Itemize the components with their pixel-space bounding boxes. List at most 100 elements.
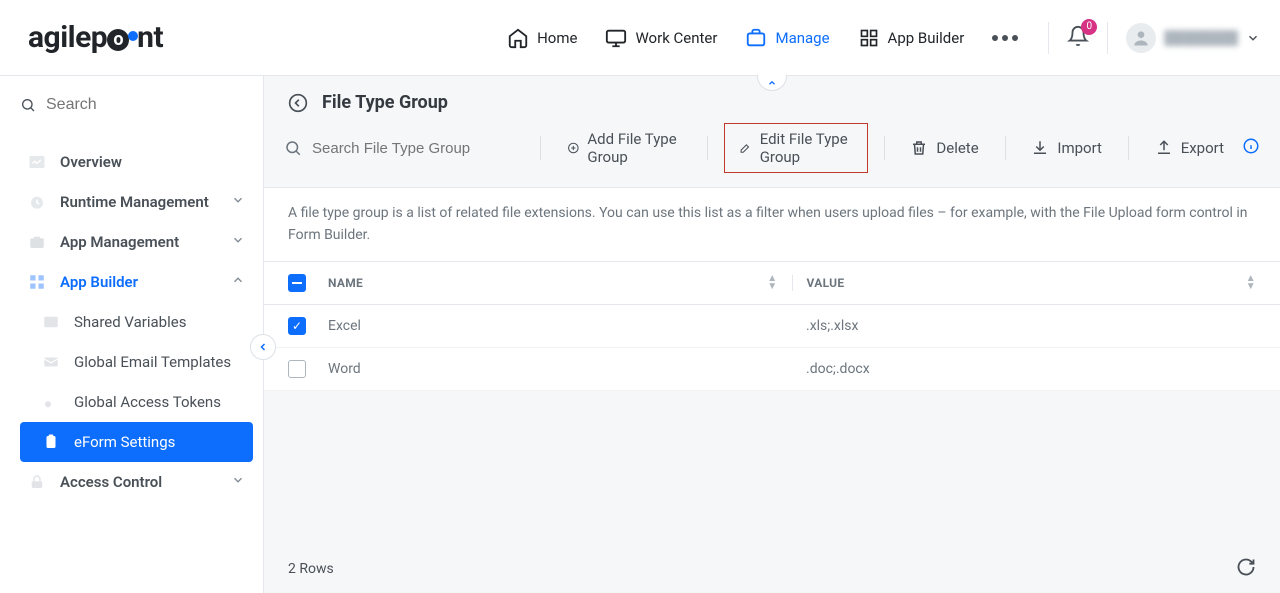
divider [707, 136, 708, 160]
divider [1048, 22, 1049, 54]
sort-icon: ▲▼ [767, 275, 777, 291]
user-name-label: ████████ [1164, 30, 1238, 46]
table-row[interactable]: Word .doc;.docx [264, 348, 1280, 391]
chart-icon [28, 153, 46, 171]
button-label: Add File Type Group [587, 130, 681, 166]
row-count: 2 Rows [288, 561, 334, 577]
search-icon [20, 96, 36, 114]
avatar-icon [1126, 23, 1156, 53]
sidebar-item-shared-variables[interactable]: Shared Variables [20, 302, 253, 342]
button-label: Import [1057, 139, 1102, 157]
sidebar-item-access-control[interactable]: Access Control [20, 462, 253, 502]
nav-label: Work Center [635, 29, 717, 47]
notifications-button[interactable]: 0 [1067, 25, 1089, 51]
cell-value: .doc;.docx [792, 361, 1256, 377]
edit-button[interactable]: Edit File Type Group [724, 123, 868, 173]
content-area: File Type Group Add File Type Group Edit… [264, 76, 1280, 593]
toolbar-search-input[interactable] [312, 140, 511, 157]
nav-manage[interactable]: Manage [745, 27, 829, 49]
sidebar-item-label: Overview [60, 153, 122, 171]
sidebar-item-eform-settings[interactable]: eForm Settings [20, 422, 253, 462]
app-header: agilepont Home Work Center Manage App Bu… [0, 0, 1280, 76]
info-button[interactable] [1242, 137, 1260, 159]
import-button[interactable]: Import [1021, 133, 1112, 163]
page-description: A file type group is a list of related f… [264, 187, 1280, 262]
divider [540, 136, 541, 160]
nav-label: App Builder [888, 29, 965, 47]
chevron-left-icon [257, 341, 269, 353]
sort-icon: ▲▼ [1246, 275, 1256, 291]
sidebar-item-overview[interactable]: Overview [20, 142, 253, 182]
sidebar-search[interactable] [20, 96, 253, 114]
sidebar-item-app-builder[interactable]: App Builder [20, 262, 253, 302]
brand-logo: agilepont [28, 20, 163, 55]
select-all-checkbox[interactable] [288, 274, 328, 292]
briefcase-icon [745, 27, 767, 49]
clock-icon [28, 193, 46, 211]
button-label: Edit File Type Group [760, 130, 853, 166]
info-icon [1242, 137, 1260, 155]
nav-label: Manage [775, 29, 829, 47]
sidebar-item-label: Shared Variables [74, 313, 186, 331]
sidebar-item-global-email-templates[interactable]: Global Email Templates [20, 342, 253, 382]
indeterminate-icon [288, 274, 306, 292]
chevron-down-icon [231, 233, 245, 251]
chevron-down-icon [231, 193, 245, 211]
chevron-down-icon [1246, 31, 1260, 45]
divider [1107, 22, 1108, 54]
refresh-button[interactable] [1236, 557, 1256, 581]
sidebar-item-app-management[interactable]: App Management [20, 222, 253, 262]
back-icon[interactable] [288, 93, 308, 113]
button-label: Export [1181, 139, 1224, 157]
grid-icon [858, 27, 880, 49]
divider [1128, 136, 1129, 160]
header-right: 0 ████████ [1048, 22, 1260, 54]
toolbar: Add File Type Group Edit File Type Group… [264, 123, 1280, 187]
notification-badge: 0 [1081, 19, 1097, 35]
table-row[interactable]: ✓ Excel .xls;.xlsx [264, 305, 1280, 348]
nav-home[interactable]: Home [507, 27, 577, 49]
row-checkbox[interactable]: ✓ [288, 317, 306, 335]
column-header-name[interactable]: NAME ▲▼ [328, 275, 793, 291]
sidebar-item-runtime-management[interactable]: Runtime Management [20, 182, 253, 222]
trash-icon [910, 139, 928, 157]
cell-value: .xls;.xlsx [792, 318, 1256, 334]
toolbar-search[interactable] [284, 139, 524, 157]
chevron-up-icon [231, 273, 245, 291]
sidebar: Overview Runtime Management App Manageme… [0, 76, 264, 593]
sidebar-item-label: Global Access Tokens [74, 393, 221, 411]
divider [1005, 136, 1006, 160]
download-icon [1031, 139, 1049, 157]
column-label: VALUE [807, 276, 845, 290]
chevron-down-icon [231, 473, 245, 491]
sidebar-item-label: App Management [60, 233, 179, 251]
button-label: Delete [936, 139, 978, 157]
sidebar-item-global-access-tokens[interactable]: Global Access Tokens [20, 382, 253, 422]
export-button[interactable]: Export [1145, 133, 1234, 163]
search-icon [284, 139, 302, 157]
sidebar-item-label: Runtime Management [60, 193, 209, 211]
sidebar-search-input[interactable] [46, 96, 253, 114]
refresh-icon [1236, 557, 1256, 577]
clipboard-icon [42, 433, 60, 451]
delete-button[interactable]: Delete [900, 133, 988, 163]
lock-icon [28, 473, 46, 491]
sidebar-item-label: Global Email Templates [74, 353, 231, 371]
edit-icon [739, 139, 752, 157]
column-label: NAME [328, 276, 363, 290]
key-icon [42, 393, 60, 411]
nav-app-builder[interactable]: App Builder [858, 27, 965, 49]
table-footer: 2 Rows [288, 557, 1256, 581]
table-header: NAME ▲▼ VALUE ▲▼ [264, 262, 1280, 305]
add-button[interactable]: Add File Type Group [557, 124, 692, 172]
sidebar-item-label: eForm Settings [74, 433, 175, 451]
sidebar-collapse-handle[interactable] [250, 334, 276, 360]
plus-circle-icon [567, 139, 580, 157]
nav-work-center[interactable]: Work Center [605, 27, 717, 49]
column-header-value[interactable]: VALUE ▲▼ [793, 275, 1257, 291]
row-checkbox[interactable] [288, 360, 306, 378]
monitor-icon [605, 27, 627, 49]
more-menu[interactable] [992, 35, 1018, 41]
sidebar-item-label: App Builder [60, 273, 138, 291]
user-menu[interactable]: ████████ [1126, 23, 1260, 53]
